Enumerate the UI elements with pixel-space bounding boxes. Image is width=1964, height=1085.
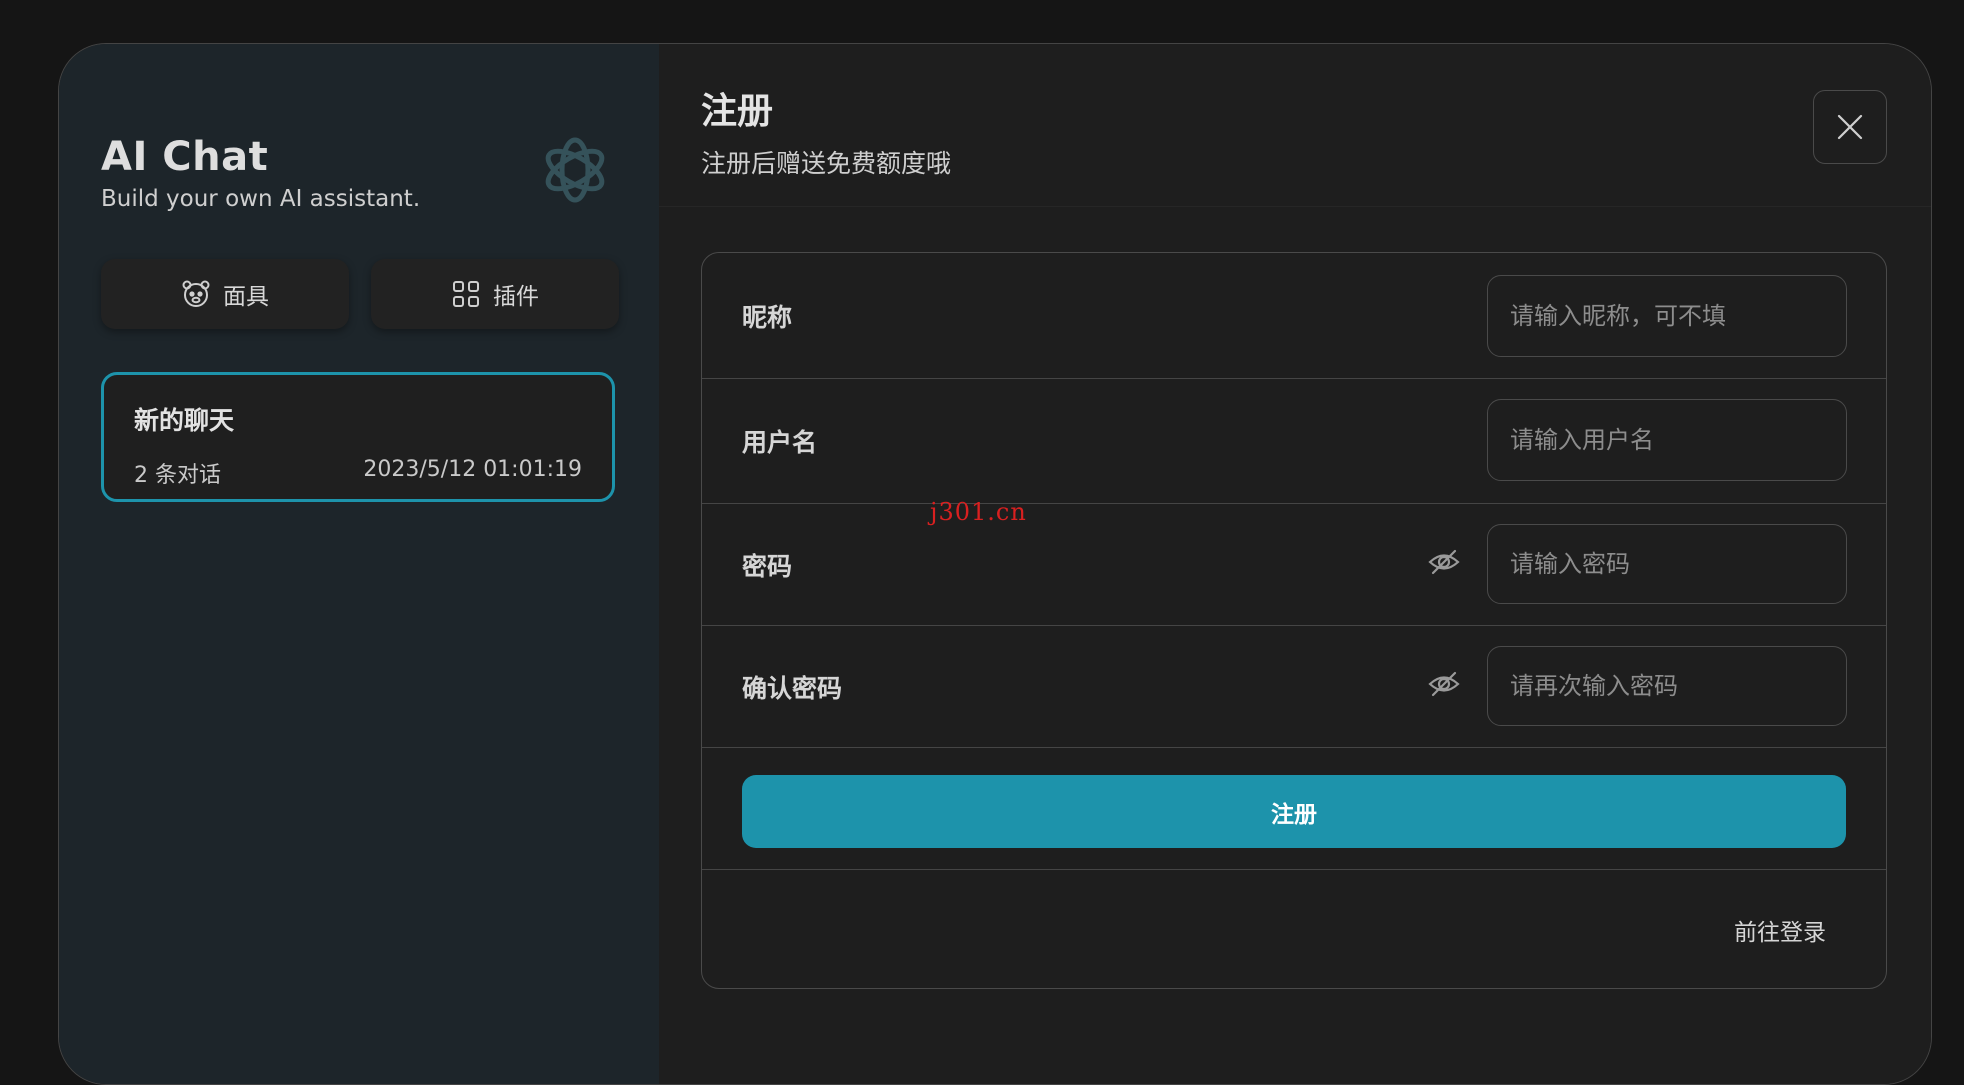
- nickname-input[interactable]: [1487, 275, 1847, 357]
- go-to-login-link[interactable]: 前往登录: [1734, 913, 1826, 947]
- eye-off-icon[interactable]: [1427, 667, 1461, 701]
- eye-off-icon[interactable]: [1427, 545, 1461, 579]
- username-input[interactable]: [1487, 399, 1847, 481]
- mask-button-label: 面具: [223, 284, 269, 310]
- register-form: 昵称 用户名 密码 确认密码: [701, 252, 1887, 989]
- panel-header: 注册 注册后赠送免费额度哦: [659, 44, 1931, 207]
- register-panel: 注册 注册后赠送免费额度哦 昵称 用户名 密码: [659, 44, 1931, 1084]
- nickname-label: 昵称: [742, 303, 793, 332]
- username-label: 用户名: [742, 428, 818, 457]
- plugin-button[interactable]: 插件: [371, 259, 619, 329]
- app-title: AI Chat: [101, 134, 269, 180]
- nickname-row: 昵称: [702, 253, 1886, 379]
- chat-timestamp: 2023/5/12 01:01:19: [363, 457, 582, 482]
- password-input[interactable]: [1487, 524, 1847, 604]
- chat-message-count: 2 条对话: [134, 463, 221, 488]
- page-title: 注册: [701, 91, 774, 132]
- confirm-password-input[interactable]: [1487, 646, 1847, 726]
- app-subtitle: Build your own AI assistant.: [101, 186, 421, 212]
- page-subtitle: 注册后赠送免费额度哦: [701, 149, 952, 178]
- confirm-password-row: 确认密码: [702, 625, 1886, 748]
- password-row: 密码: [702, 503, 1886, 626]
- mask-button[interactable]: 面具: [101, 259, 349, 329]
- confirm-password-label: 确认密码: [742, 674, 843, 703]
- chat-title: 新的聊天: [134, 406, 235, 435]
- register-button[interactable]: 注册: [742, 775, 1846, 848]
- close-icon: [1837, 114, 1863, 140]
- close-button[interactable]: [1813, 90, 1887, 164]
- sidebar: AI Chat Build your own AI assistant. 面具 …: [59, 44, 659, 1084]
- chat-list-item[interactable]: 新的聊天 2 条对话 2023/5/12 01:01:19: [101, 372, 615, 502]
- plugin-grid-icon: [453, 281, 479, 307]
- app-window: AI Chat Build your own AI assistant. 面具 …: [58, 43, 1932, 1085]
- password-label: 密码: [742, 552, 793, 581]
- plugin-button-label: 插件: [493, 284, 539, 310]
- watermark-text: j301.cn: [930, 498, 1027, 526]
- username-row: 用户名: [702, 378, 1886, 504]
- mask-icon: [182, 280, 210, 307]
- openai-logo-icon: [545, 137, 605, 203]
